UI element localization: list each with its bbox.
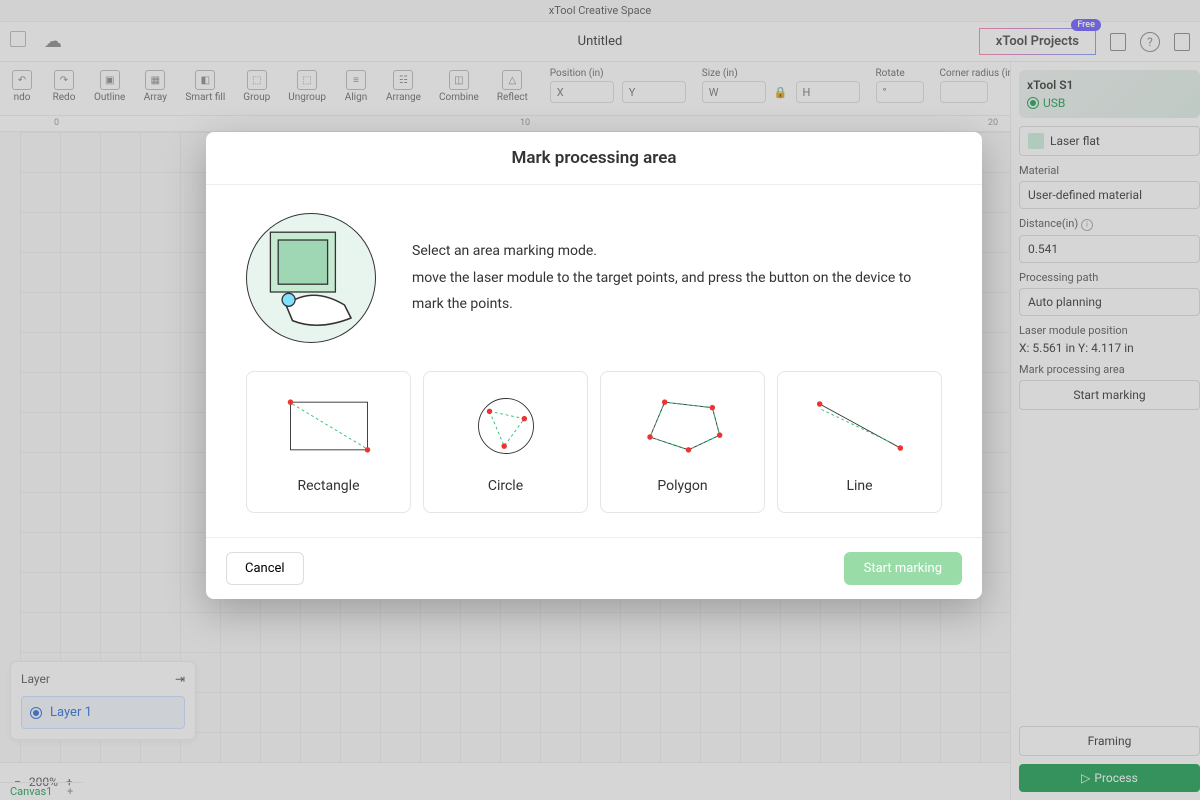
instruction-text: Select an area marking mode. move the la… bbox=[412, 238, 942, 318]
instruction-illustration bbox=[246, 213, 376, 343]
mode-polygon[interactable]: Polygon bbox=[600, 371, 765, 513]
mode-rectangle[interactable]: Rectangle bbox=[246, 371, 411, 513]
start-marking-modal-button[interactable]: Start marking bbox=[844, 552, 962, 585]
modal-title: Mark processing area bbox=[206, 132, 982, 185]
cancel-button[interactable]: Cancel bbox=[226, 552, 304, 585]
mark-area-modal: Mark processing area Select an area mark… bbox=[206, 132, 982, 599]
mode-line[interactable]: Line bbox=[777, 371, 942, 513]
mode-circle[interactable]: Circle bbox=[423, 371, 588, 513]
